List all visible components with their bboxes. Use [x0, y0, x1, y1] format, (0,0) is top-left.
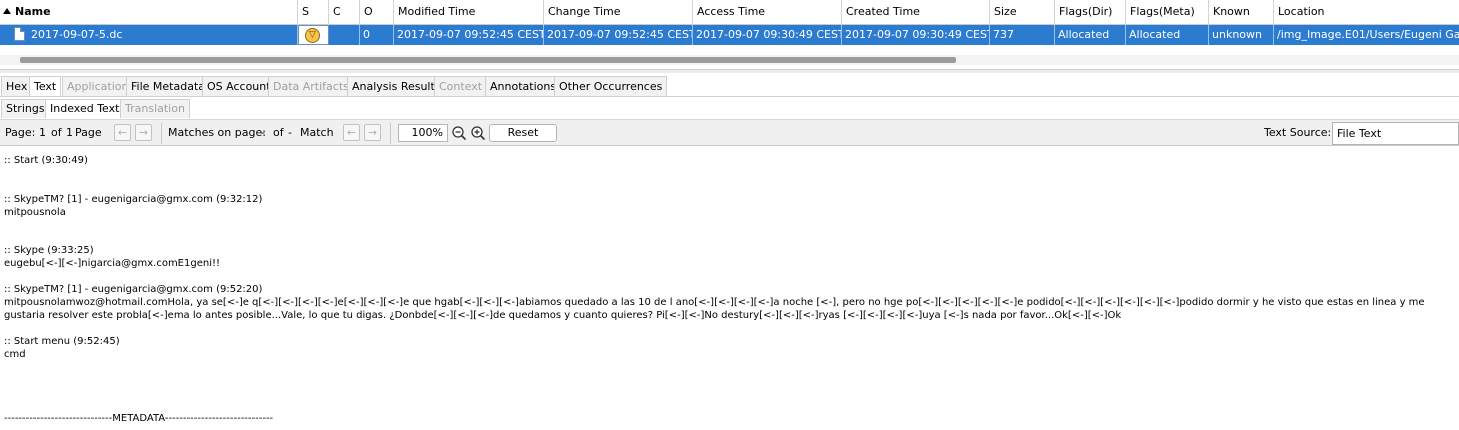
tab-data-artifacts[interactable]: Data Artifacts	[268, 76, 354, 96]
page-label: Page:	[5, 126, 36, 139]
indexed-text-viewer[interactable]: :: Start (9:30:49) :: SkypeTM? [1] - eug…	[0, 147, 1459, 430]
column-header-flags-meta[interactable]: Flags(Meta)	[1126, 0, 1209, 25]
column-header-location[interactable]: Location	[1274, 0, 1459, 25]
tab-context[interactable]: Context	[434, 76, 488, 96]
column-header-modified-time[interactable]: Modified Time	[394, 0, 544, 25]
column-header-change-time[interactable]: Change Time	[544, 0, 693, 25]
matches-of-label: of	[273, 126, 284, 139]
column-header-flags-dir[interactable]: Flags(Dir)	[1055, 0, 1126, 25]
indexed-text-toolbar: Page: 1 of 1 Page ← → Matches on page: -…	[0, 119, 1459, 146]
column-header-size[interactable]: Size	[990, 0, 1055, 25]
results-table: Name S C O Modified Time Change Time Acc…	[0, 0, 1459, 69]
column-header-comment[interactable]: C	[329, 0, 360, 25]
previous-page-button[interactable]: ←	[114, 124, 131, 141]
column-header-known[interactable]: Known	[1209, 0, 1274, 25]
horizontal-scrollbar[interactable]	[0, 55, 1459, 65]
cell-occurrences[interactable]: 0	[360, 25, 394, 45]
tab-application[interactable]: Application	[62, 76, 134, 96]
notable-warning-icon: ▽	[305, 28, 320, 43]
tab-text[interactable]: Text	[29, 76, 62, 97]
current-match: -	[261, 126, 265, 139]
toolbar-separator	[161, 123, 162, 144]
cell-score[interactable]: ▽	[298, 25, 329, 45]
page-unit-label: Page	[75, 126, 102, 139]
cell-change-time[interactable]: 2017-09-07 09:52:45 CEST	[544, 25, 693, 45]
text-source-label: Text Source:	[1264, 126, 1332, 139]
arrow-right-icon: →	[367, 126, 378, 139]
cell-comment[interactable]	[329, 25, 360, 45]
current-page: 1	[39, 126, 46, 139]
tab-annotations[interactable]: Annotations	[485, 76, 562, 96]
cell-created-time[interactable]: 2017-09-07 09:30:49 CEST	[842, 25, 990, 45]
content-viewer-tabs: Hex Text Application File Metadata OS Ac…	[0, 76, 1459, 97]
tab-file-metadata[interactable]: File Metadata	[126, 76, 210, 96]
cell-location[interactable]: /img_Image.E01/Users/Eugeni Garcia/	[1274, 25, 1459, 45]
zoom-level-field[interactable]: 100%	[398, 124, 448, 142]
cell-size[interactable]: 737	[990, 25, 1055, 45]
next-page-button[interactable]: →	[135, 124, 152, 141]
arrow-right-icon: →	[138, 126, 149, 139]
toolbar-separator	[390, 123, 391, 144]
scrollbar-thumb[interactable]	[20, 57, 956, 63]
column-header-access-time[interactable]: Access Time	[693, 0, 842, 25]
tab-analysis-results[interactable]: Analysis Results	[347, 76, 446, 96]
column-header-created-time[interactable]: Created Time	[842, 0, 990, 25]
total-matches: -	[288, 126, 292, 139]
cell-flags-meta[interactable]: Allocated	[1126, 25, 1209, 45]
previous-match-button[interactable]: ←	[343, 124, 360, 141]
zoom-out-icon[interactable]	[451, 125, 467, 141]
cell-access-time[interactable]: 2017-09-07 09:30:49 CEST	[693, 25, 842, 45]
subtab-strings[interactable]: Strings	[1, 99, 50, 118]
cell-name[interactable]: 2017-09-07-5.dc	[0, 25, 298, 45]
page-of-label: of	[51, 126, 62, 139]
text-viewer-subtabs: Strings Indexed Text Translation	[0, 99, 1459, 118]
match-label: Match	[300, 126, 334, 139]
tab-separator	[0, 96, 1459, 97]
extracted-text-content: :: Start (9:30:49) :: SkypeTM? [1] - eug…	[4, 155, 1425, 425]
column-header-score[interactable]: S	[298, 0, 329, 25]
total-pages: 1	[66, 126, 73, 139]
column-header-occurrences[interactable]: O	[360, 0, 394, 25]
zoom-in-icon[interactable]	[470, 125, 486, 141]
subtab-indexed-text[interactable]: Indexed Text	[45, 99, 125, 118]
table-header: Name S C O Modified Time Change Time Acc…	[0, 0, 1459, 25]
reset-zoom-button[interactable]: Reset	[489, 124, 557, 142]
tab-other-occurrences[interactable]: Other Occurrences	[554, 76, 668, 96]
split-pane-divider[interactable]	[0, 69, 1459, 73]
tab-os-account[interactable]: OS Account	[202, 76, 276, 96]
text-source-select[interactable]: File Text	[1332, 122, 1459, 145]
tab-hex[interactable]: Hex	[1, 76, 33, 96]
arrow-left-icon: ←	[346, 126, 357, 139]
file-icon	[14, 27, 25, 41]
cell-known[interactable]: unknown	[1209, 25, 1274, 45]
arrow-left-icon: ←	[117, 126, 128, 139]
next-match-button[interactable]: →	[364, 124, 381, 141]
sort-ascending-icon	[3, 8, 11, 14]
column-header-name[interactable]: Name	[0, 0, 298, 25]
subtab-translation[interactable]: Translation	[120, 99, 190, 118]
cell-modified-time[interactable]: 2017-09-07 09:52:45 CEST	[394, 25, 544, 45]
table-row[interactable]: 2017-09-07-5.dc ▽ 0 2017-09-07 09:52:45 …	[0, 25, 1459, 45]
matches-label: Matches on page:	[168, 126, 266, 139]
cell-flags-dir[interactable]: Allocated	[1055, 25, 1126, 45]
